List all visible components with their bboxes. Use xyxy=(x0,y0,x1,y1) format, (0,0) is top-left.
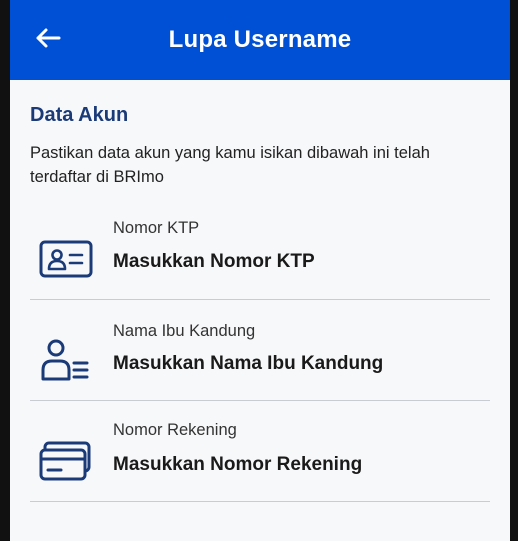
mother-name-input[interactable]: Masukkan Nama Ibu Kandung xyxy=(113,353,490,375)
app-screen: Lupa Username Data Akun Pastikan data ak… xyxy=(0,0,518,541)
account-number-field[interactable]: Nomor Rekening Masukkan Nomor Rekening xyxy=(30,401,490,502)
person-list-icon xyxy=(38,336,94,384)
account-number-label: Nomor Rekening xyxy=(113,421,237,439)
back-button[interactable] xyxy=(34,24,62,52)
ktp-field[interactable]: Nomor KTP Masukkan Nomor KTP xyxy=(30,211,490,300)
id-card-icon xyxy=(38,235,94,283)
account-number-input[interactable]: Masukkan Nomor Rekening xyxy=(113,454,490,476)
bank-card-icon xyxy=(38,437,94,485)
mother-name-label: Nama Ibu Kandung xyxy=(113,322,256,340)
arrow-left-icon xyxy=(36,28,61,48)
ktp-label: Nomor KTP xyxy=(113,219,200,237)
ktp-input[interactable]: Masukkan Nomor KTP xyxy=(113,251,490,273)
section-description: Pastikan data akun yang kamu isikan diba… xyxy=(30,144,430,186)
app-bar: Lupa Username xyxy=(10,0,510,80)
mother-name-field[interactable]: Nama Ibu Kandung Masukkan Nama Ibu Kandu… xyxy=(30,300,490,401)
page-title: Lupa Username xyxy=(168,26,352,53)
section-title: Data Akun xyxy=(30,104,129,126)
form-content: Data Akun Pastikan data akun yang kamu i… xyxy=(10,80,510,502)
